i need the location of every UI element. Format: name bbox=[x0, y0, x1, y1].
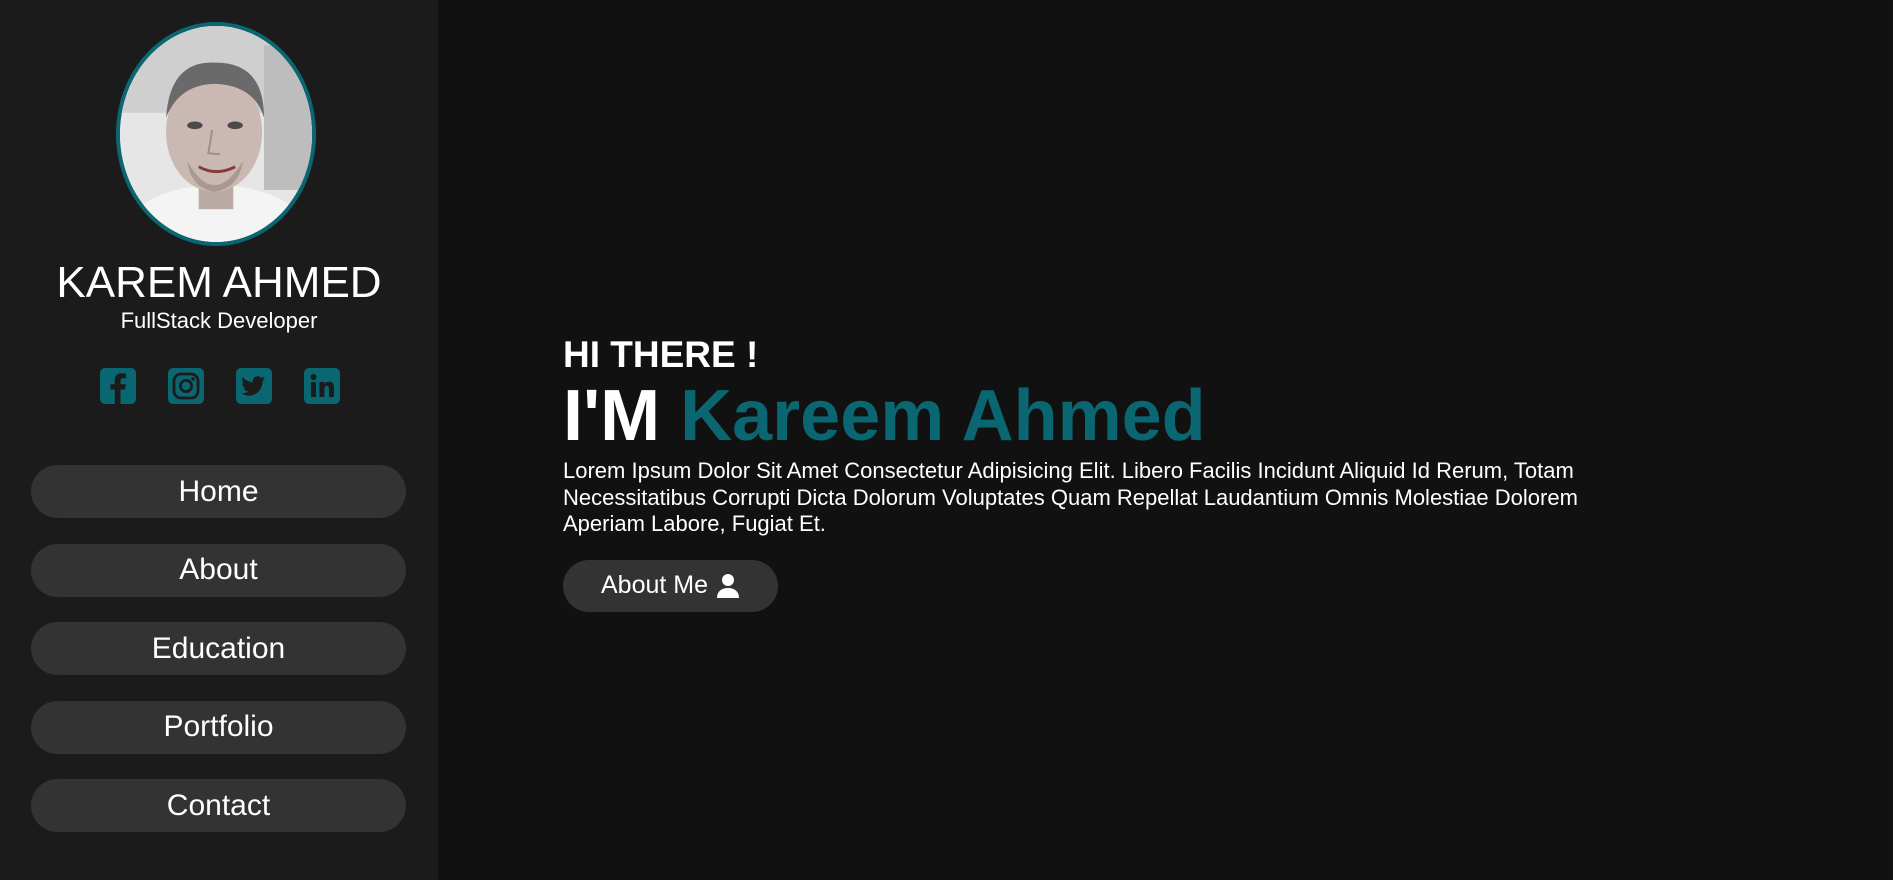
hero-description: Lorem Ipsum Dolor Sit Amet Consectetur A… bbox=[563, 458, 1578, 536]
nav-item-home[interactable]: Home bbox=[31, 465, 406, 518]
facebook-icon bbox=[100, 368, 136, 404]
instagram-link[interactable] bbox=[167, 367, 205, 405]
profile-name: KAREM AHMED bbox=[56, 258, 382, 307]
headline-prefix: I'M bbox=[563, 376, 661, 456]
facebook-link[interactable] bbox=[99, 367, 137, 405]
about-me-label: About Me bbox=[601, 571, 709, 599]
headline-name: Kareem Ahmed bbox=[680, 376, 1206, 456]
linkedin-icon bbox=[304, 368, 340, 404]
user-icon bbox=[717, 573, 740, 598]
hero-section: HI THERE ! I'M Kareem Ahmed Lorem Ipsum … bbox=[563, 334, 1623, 612]
social-links bbox=[99, 367, 341, 405]
hero-greeting: HI THERE ! bbox=[563, 334, 759, 375]
nav-item-education[interactable]: Education bbox=[31, 622, 406, 675]
nav-item-about[interactable]: About bbox=[31, 543, 406, 597]
avatar bbox=[116, 22, 316, 246]
nav-item-portfolio[interactable]: Portfolio bbox=[31, 700, 406, 754]
profile-photo-icon bbox=[120, 26, 312, 242]
sidebar: KAREM AHMED FullStack Developer Home Abo… bbox=[0, 0, 438, 880]
main-nav: Home About Education Portfolio Contact bbox=[31, 465, 406, 858]
hero-headline: I'M Kareem Ahmed bbox=[563, 376, 1623, 456]
twitter-link[interactable] bbox=[235, 367, 273, 405]
linkedin-link[interactable] bbox=[303, 367, 341, 405]
page: KAREM AHMED FullStack Developer Home Abo… bbox=[0, 0, 1893, 880]
twitter-icon bbox=[236, 368, 272, 404]
nav-item-contact[interactable]: Contact bbox=[31, 779, 406, 832]
instagram-icon bbox=[168, 368, 204, 404]
about-me-button[interactable]: About Me bbox=[563, 559, 779, 612]
profile-role: FullStack Developer bbox=[120, 308, 318, 333]
